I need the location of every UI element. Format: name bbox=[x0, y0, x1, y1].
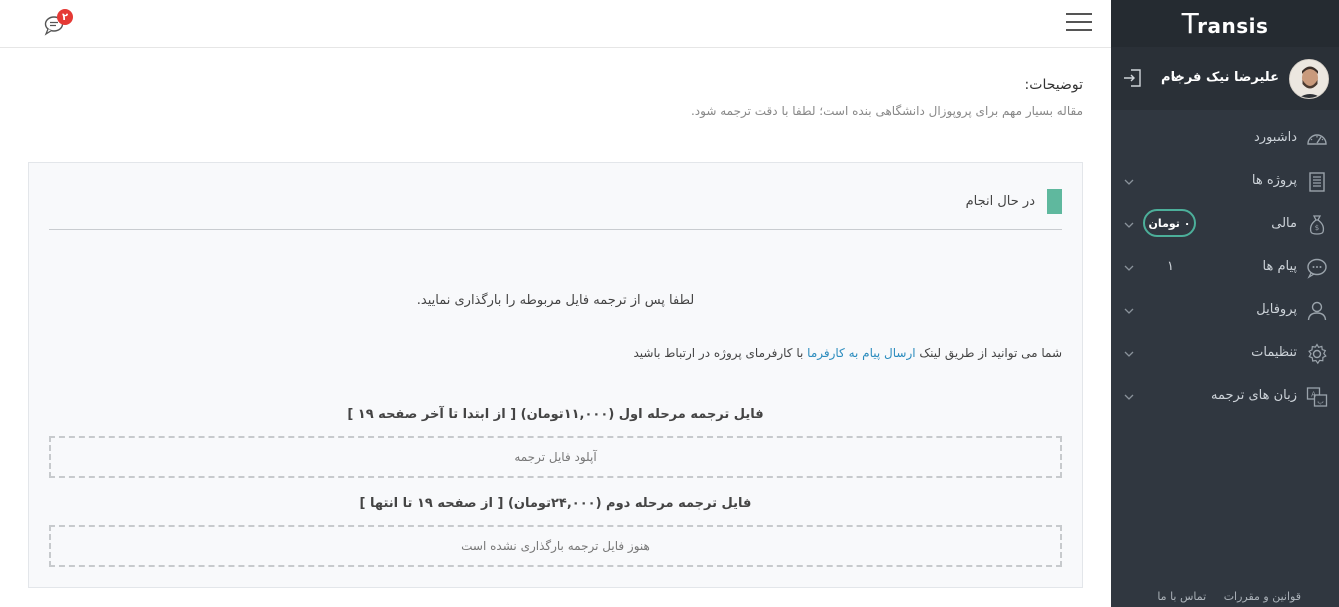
sidebar-item-messages[interactable]: پیام ها ۱ bbox=[1111, 247, 1339, 290]
stage1-upload-dropzone[interactable]: آپلود فایل ترجمه bbox=[49, 436, 1062, 478]
sidebar-item-label: داشبورد bbox=[1254, 130, 1297, 145]
chevron-down-icon[interactable] bbox=[1170, 70, 1182, 84]
money-bag-icon: $ bbox=[1309, 215, 1325, 235]
translate-icon: A ب bbox=[1306, 387, 1328, 407]
sidebar-item-label: پروژه ها bbox=[1251, 173, 1297, 188]
sidebar-item-profile[interactable]: پروفایل bbox=[1111, 290, 1339, 333]
divider bbox=[49, 229, 1062, 230]
sidebar-menu: داشبورد پروژه ها $ مالی ۰ تومان پیام ها … bbox=[1111, 118, 1339, 419]
description-text: مقاله بسیار مهم برای پروپوزال دانشگاهی ب… bbox=[690, 104, 1083, 118]
chevron-down-icon bbox=[1124, 351, 1134, 357]
status-indicator: در حال انجام bbox=[966, 189, 1062, 214]
sidebar-item-settings[interactable]: تنظیمات bbox=[1111, 333, 1339, 376]
rules-link[interactable]: قوانین و مقررات bbox=[1224, 590, 1301, 603]
contact-link[interactable]: تماس با ما bbox=[1157, 590, 1206, 603]
sidebar-item-languages[interactable]: A ب زبان های ترجمه bbox=[1111, 376, 1339, 419]
contact-notice-suffix: با کارفرمای پروژه در ارتباط باشید bbox=[633, 346, 804, 360]
contact-notice: شما می توانید از طریق لینک ارسال پیام به… bbox=[633, 346, 1062, 360]
sidebar-item-projects[interactable]: پروژه ها bbox=[1111, 161, 1339, 204]
message-employer-link[interactable]: ارسال پیام به کارفرما bbox=[807, 346, 915, 360]
svg-text:A: A bbox=[1311, 391, 1316, 399]
status-color-bar bbox=[1047, 189, 1062, 214]
user-panel: علیرضا نیک فرجام bbox=[1111, 47, 1339, 110]
stage2-upload-status: هنوز فایل ترجمه بارگذاری نشده است bbox=[49, 525, 1062, 567]
description-title: توضیحات: bbox=[1024, 77, 1083, 93]
svg-text:$: $ bbox=[1315, 224, 1319, 232]
sidebar-item-label: پروفایل bbox=[1256, 302, 1297, 317]
sidebar-item-dashboard[interactable]: داشبورد bbox=[1111, 118, 1339, 161]
chat-bubbles-icon bbox=[1307, 258, 1327, 279]
sidebar-item-label: مالی bbox=[1271, 216, 1297, 231]
dashboard-icon bbox=[1307, 134, 1327, 145]
notification-badge: ۲ bbox=[57, 9, 73, 25]
logo-text: Transis bbox=[1181, 7, 1269, 40]
stage2-title: فایل ترجمه مرحله دوم (۲۴,۰۰۰تومان) [ از … bbox=[359, 496, 752, 511]
stage1-title: فایل ترجمه مرحله اول (۱۱,۰۰۰تومان) [ از … bbox=[347, 407, 764, 422]
sidebar-footer: قوانین و مقررات تماس با ما bbox=[1143, 590, 1301, 603]
sidebar-item-label: پیام ها bbox=[1262, 259, 1298, 274]
document-icon bbox=[1309, 172, 1325, 192]
project-panel: در حال انجام لطفا پس از ترجمه فایل مربوط… bbox=[28, 162, 1083, 588]
topbar: ۲ bbox=[0, 0, 1111, 48]
chevron-down-icon bbox=[1124, 308, 1134, 314]
sidebar-item-label: تنظیمات bbox=[1251, 345, 1297, 360]
sidebar: Transis علیرضا نیک فرجام داشبورد پروژه ه… bbox=[1111, 0, 1339, 607]
contact-notice-prefix: شما می توانید از طریق لینک bbox=[919, 346, 1062, 360]
gear-icon bbox=[1308, 343, 1327, 365]
unread-count: ۱ bbox=[1167, 259, 1174, 274]
hamburger-menu-icon[interactable] bbox=[1066, 13, 1092, 33]
status-text: در حال انجام bbox=[965, 194, 1035, 209]
chevron-down-icon bbox=[1124, 394, 1134, 400]
sidebar-item-finance[interactable]: $ مالی ۰ تومان bbox=[1111, 204, 1339, 247]
sidebar-item-label: زبان های ترجمه bbox=[1211, 388, 1297, 403]
svg-text:ب: ب bbox=[1317, 398, 1324, 406]
brand-logo[interactable]: Transis bbox=[1111, 0, 1339, 47]
avatar[interactable] bbox=[1289, 59, 1329, 99]
balance-badge: ۰ تومان bbox=[1143, 209, 1196, 237]
chevron-down-icon bbox=[1124, 265, 1134, 271]
logout-icon[interactable] bbox=[1122, 67, 1144, 89]
chevron-down-icon bbox=[1124, 222, 1134, 228]
chevron-down-icon bbox=[1124, 179, 1134, 185]
user-icon bbox=[1307, 301, 1327, 321]
upload-notice: لطفا پس از ترجمه فایل مربوطه را بارگذاری… bbox=[416, 293, 695, 308]
